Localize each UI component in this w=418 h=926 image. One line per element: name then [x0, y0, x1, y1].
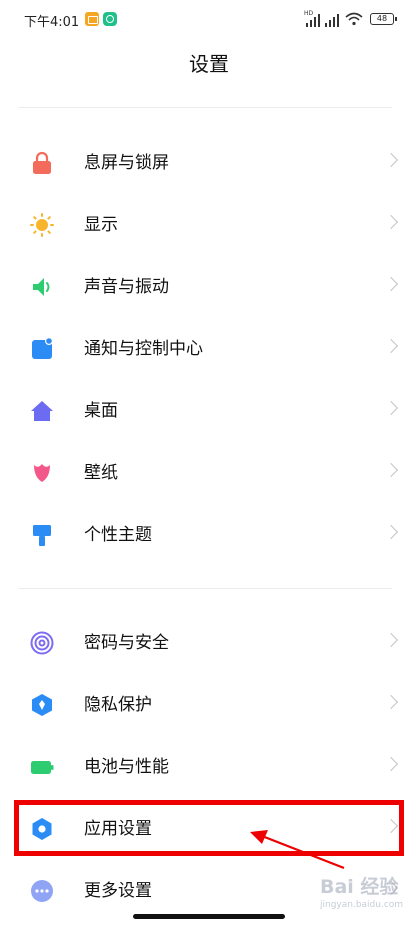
status-bar: 下午4:01 HD 48 — [0, 0, 418, 40]
signal-icon — [325, 13, 343, 27]
settings-item-label: 更多设置 — [84, 881, 152, 901]
page-title: 设置 — [189, 52, 229, 76]
paint-brush-icon — [33, 525, 51, 546]
settings-item-label: 电池与性能 — [84, 757, 169, 777]
home-icon — [31, 401, 53, 421]
chevron-right-icon — [383, 632, 399, 648]
status-time: 下午4:01 — [24, 15, 80, 30]
settings-item-label: 声音与振动 — [84, 277, 169, 297]
settings-item-themes[interactable]: 个性主题 — [0, 504, 418, 566]
speaker-icon — [33, 278, 50, 296]
settings-item-label: 通知与控制中心 — [84, 339, 203, 359]
settings-item-notifications[interactable]: 通知与控制中心 — [0, 318, 418, 380]
chevron-right-icon — [383, 276, 399, 292]
highlight-box — [14, 800, 404, 856]
chevron-right-icon — [383, 338, 399, 354]
chevron-right-icon — [383, 524, 399, 540]
chevron-right-icon — [383, 400, 399, 416]
watermark: Bai 经验 jingyan.baidu.com — [300, 870, 410, 918]
chevron-right-icon — [383, 152, 399, 168]
signal-icon — [304, 13, 322, 27]
settings-item-label: 息屏与锁屏 — [84, 153, 169, 173]
settings-item-wallpaper[interactable]: 壁纸 — [0, 442, 418, 504]
settings-item-label: 显示 — [84, 215, 118, 235]
settings-item-label: 隐私保护 — [84, 695, 152, 715]
tulip-icon — [34, 464, 50, 482]
battery-level: 48 — [370, 13, 397, 25]
chevron-right-icon — [383, 694, 399, 710]
divider — [18, 107, 392, 108]
settings-item-sound[interactable]: 声音与振动 — [0, 256, 418, 318]
watermark-url: jingyan.baidu.com — [320, 900, 404, 910]
settings-item-battery[interactable]: 电池与性能 — [0, 736, 418, 798]
settings-item-label: 密码与安全 — [84, 633, 169, 653]
settings-item-label: 个性主题 — [84, 525, 152, 545]
brightness-icon — [30, 213, 54, 237]
settings-item-privacy[interactable]: 隐私保护 — [0, 674, 418, 736]
app-notification-icon — [85, 12, 99, 26]
settings-item-lock-screen[interactable]: 息屏与锁屏 — [0, 132, 418, 194]
notification-icon — [32, 337, 53, 359]
app-notification-icon — [103, 12, 117, 26]
divider — [18, 588, 392, 589]
settings-item-password-security[interactable]: 密码与安全 — [0, 612, 418, 674]
privacy-shield-icon — [32, 694, 52, 716]
chevron-right-icon — [383, 756, 399, 772]
battery-icon — [31, 761, 54, 774]
settings-item-label: 壁纸 — [84, 463, 118, 483]
more-icon — [31, 880, 53, 902]
fingerprint-icon — [30, 631, 54, 655]
chevron-right-icon — [383, 214, 399, 230]
settings-item-display[interactable]: 显示 — [0, 194, 418, 256]
watermark-text: Bai 经验 — [320, 876, 399, 898]
settings-item-label: 桌面 — [84, 401, 118, 421]
lock-icon — [33, 151, 51, 174]
home-indicator[interactable] — [133, 914, 285, 919]
settings-item-home-screen[interactable]: 桌面 — [0, 380, 418, 442]
chevron-right-icon — [383, 462, 399, 478]
wifi-icon — [345, 12, 363, 26]
